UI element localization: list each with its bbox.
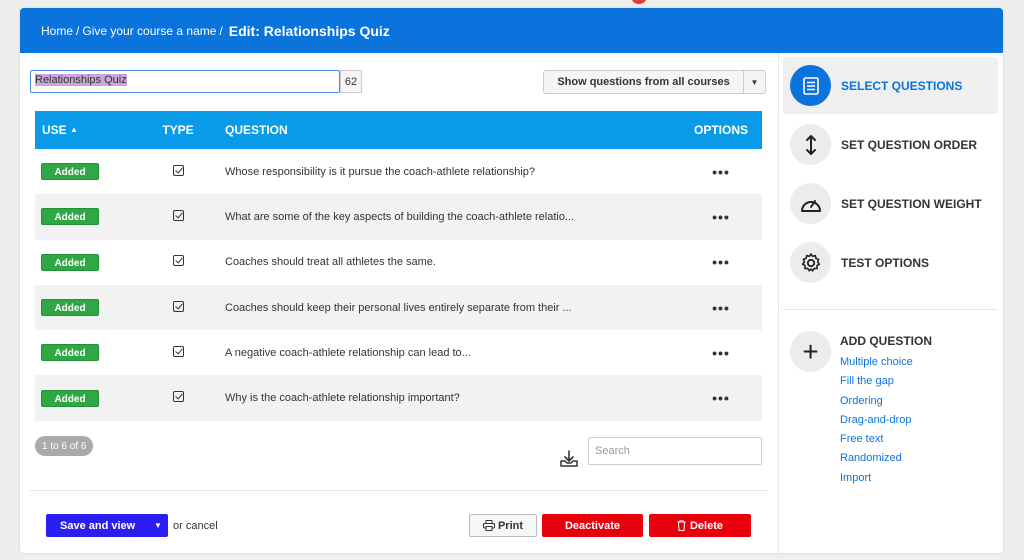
sort-asc-icon: ▲ bbox=[70, 125, 78, 134]
added-badge[interactable]: Added bbox=[41, 253, 99, 271]
divider bbox=[30, 490, 768, 491]
step-label: TEST OPTIONS bbox=[841, 255, 930, 270]
search-input[interactable]: Search bbox=[588, 437, 762, 465]
table-row: Added What are some of the key aspects o… bbox=[35, 194, 762, 240]
more-options-icon[interactable]: ••• bbox=[712, 390, 730, 406]
breadcrumb-separator: / bbox=[76, 23, 80, 38]
step-label: SET QUESTION ORDER bbox=[841, 137, 978, 152]
add-drag-and-drop-link[interactable]: Drag-and-drop bbox=[840, 411, 913, 430]
table-row: Added Why is the coach-athlete relations… bbox=[35, 375, 762, 421]
column-question: QUESTION bbox=[225, 123, 288, 137]
print-button[interactable]: Print bbox=[469, 514, 537, 537]
gauge-icon bbox=[790, 183, 831, 224]
cancel-link[interactable]: or cancel bbox=[173, 520, 218, 532]
question-text[interactable]: A negative coach-athlete relationship ca… bbox=[214, 330, 680, 375]
breadcrumb: Home / Give your course a name / Edit: R… bbox=[20, 8, 1003, 53]
step-select-questions[interactable]: SELECT QUESTIONS bbox=[783, 57, 998, 114]
more-options-icon[interactable]: ••• bbox=[712, 254, 730, 270]
printer-icon bbox=[482, 520, 495, 531]
checkbox-icon bbox=[172, 164, 184, 176]
breadcrumb-separator: / bbox=[219, 23, 223, 38]
questions-table: USE ▲ TYPE QUESTION OPTIONS Added Whose … bbox=[35, 111, 762, 421]
plus-icon[interactable]: + bbox=[790, 331, 831, 372]
added-badge[interactable]: Added bbox=[41, 344, 99, 362]
step-label: SET QUESTION WEIGHT bbox=[841, 196, 982, 211]
delete-label: Delete bbox=[689, 519, 724, 532]
column-options: OPTIONS bbox=[693, 123, 748, 137]
notification-dot bbox=[632, 0, 646, 4]
breadcrumb-course[interactable]: Give your course a name bbox=[82, 24, 216, 38]
column-use[interactable]: USE ▲ bbox=[35, 111, 142, 149]
question-text[interactable]: Whose responsibility is it pursue the co… bbox=[214, 149, 680, 194]
quiz-editor-window: Home / Give your course a name / Edit: R… bbox=[20, 8, 1003, 553]
table-row: Added A negative coach-athlete relations… bbox=[35, 330, 762, 375]
step-set-question-weight[interactable]: SET QUESTION WEIGHT bbox=[783, 175, 998, 232]
checkbox-icon bbox=[172, 255, 184, 267]
vertical-arrows-icon bbox=[790, 124, 831, 165]
more-options-icon[interactable]: ••• bbox=[712, 345, 730, 361]
show-questions-dropdown[interactable]: Show questions from all courses ▼ bbox=[543, 70, 766, 94]
quiz-title-input[interactable]: Relationships Quiz bbox=[30, 70, 340, 93]
checkbox-icon bbox=[172, 209, 184, 221]
divider bbox=[783, 309, 998, 310]
breadcrumb-home[interactable]: Home bbox=[41, 24, 73, 38]
deactivate-button[interactable]: Deactivate bbox=[542, 514, 643, 537]
question-text[interactable]: Coaches should keep their personal lives… bbox=[214, 285, 680, 330]
more-options-icon[interactable]: ••• bbox=[712, 209, 730, 225]
pagination-info: 1 to 6 of 6 bbox=[35, 436, 94, 456]
table-header-row: USE ▲ TYPE QUESTION OPTIONS bbox=[35, 111, 762, 149]
char-count: 62 bbox=[340, 70, 362, 93]
add-fill-the-gap-link[interactable]: Fill the gap bbox=[840, 372, 913, 391]
list-icon bbox=[790, 65, 831, 106]
chevron-down-icon[interactable]: ▼ bbox=[148, 521, 168, 530]
added-badge[interactable]: Added bbox=[41, 299, 99, 317]
page-title: Edit: Relationships Quiz bbox=[228, 22, 390, 39]
main-panel: Relationships Quiz 62 Show questions fro… bbox=[20, 53, 778, 553]
add-randomized-link[interactable]: Randomized bbox=[840, 449, 913, 468]
add-multiple-choice-link[interactable]: Multiple choice bbox=[840, 353, 913, 372]
step-label: SELECT QUESTIONS bbox=[841, 78, 963, 93]
sidebar: SELECT QUESTIONS SET QUESTION ORDER SET … bbox=[778, 53, 1003, 553]
step-set-question-order[interactable]: SET QUESTION ORDER bbox=[783, 116, 998, 173]
show-questions-label: Show questions from all courses bbox=[557, 76, 730, 88]
more-options-icon[interactable]: ••• bbox=[712, 300, 730, 316]
checkbox-icon bbox=[172, 300, 184, 312]
delete-button[interactable]: Delete bbox=[649, 514, 751, 537]
table-row: Added Coaches should keep their personal… bbox=[35, 284, 762, 331]
add-question-types: Multiple choice Fill the gap Ordering Dr… bbox=[840, 353, 913, 488]
add-question-title: ADD QUESTION bbox=[840, 334, 933, 348]
step-test-options[interactable]: TEST OPTIONS bbox=[783, 234, 998, 291]
gear-icon bbox=[790, 242, 831, 283]
chevron-down-icon[interactable]: ▼ bbox=[743, 71, 765, 93]
checkbox-icon bbox=[172, 345, 184, 357]
added-badge[interactable]: Added bbox=[41, 163, 99, 181]
checkbox-icon bbox=[172, 391, 184, 403]
print-label: Print bbox=[497, 519, 524, 532]
quiz-title-text: Relationships Quiz bbox=[35, 74, 127, 86]
more-options-icon[interactable]: ••• bbox=[712, 164, 730, 180]
added-badge[interactable]: Added bbox=[41, 389, 99, 407]
save-and-view-label: Save and view bbox=[60, 519, 136, 532]
question-text[interactable]: Why is the coach-athlete relationship im… bbox=[214, 375, 680, 420]
question-text[interactable]: What are some of the key aspects of buil… bbox=[214, 194, 680, 239]
column-type: TYPE bbox=[162, 123, 194, 137]
download-icon[interactable] bbox=[558, 448, 580, 470]
question-text[interactable]: Coaches should treat all athletes the sa… bbox=[214, 240, 680, 285]
import-link[interactable]: Import bbox=[840, 469, 913, 488]
added-badge[interactable]: Added bbox=[41, 208, 99, 226]
trash-icon bbox=[677, 520, 686, 531]
add-ordering-link[interactable]: Ordering bbox=[840, 392, 913, 411]
save-and-view-button[interactable]: Save and view ▼ bbox=[46, 514, 168, 537]
add-free-text-link[interactable]: Free text bbox=[840, 430, 913, 449]
table-row: Added Whose responsibility is it pursue … bbox=[35, 149, 762, 194]
table-row: Added Coaches should treat all athletes … bbox=[35, 240, 762, 285]
